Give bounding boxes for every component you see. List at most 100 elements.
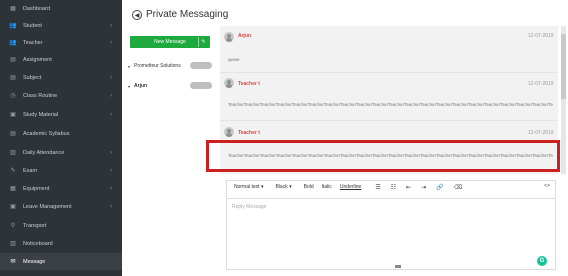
color-select[interactable]: Black ▾ [275,184,291,190]
sidebar-item-label: Class Routine [23,92,58,99]
reply-placeholder: Reply Message [232,204,267,210]
sidebar-item-study-material[interactable]: ▣ Study Material › [0,106,122,123]
sidebar-item-label: Noticeboard [23,240,53,247]
contact-item[interactable]: ▾ Arjun [128,80,214,92]
sidebar-item-academic-syllabus[interactable]: ▤ Academic Syllabus [0,125,122,142]
sidebar-item-label: Assignment [23,56,52,63]
sidebar-item-assignment[interactable]: ▤ Assignment [0,51,122,68]
chevron-right-icon: › [110,22,112,29]
chevron-right-icon: › [110,185,112,192]
reply-message-input[interactable] [226,198,556,270]
sidebar-item-exam[interactable]: ✎ Exam › [0,162,122,179]
message-text: TeacherTeacherTeacherTeacherTeacherTeach… [228,102,553,107]
equipment-icon: ▦ [10,186,16,192]
indent-icon[interactable]: ⇥ [421,184,426,191]
sidebar-item-label: Subject [23,74,42,81]
message-sender: Arjun [238,33,252,39]
noticeboard-icon: ▥ [10,241,16,247]
sidebar-item-label: Exam [23,167,38,174]
sidebar-item-label: Message [23,258,46,265]
sidebar-item-daily-attendance[interactable]: ▥ Daily Attendance › [0,144,122,161]
back-arrow-icon: ◀ [134,12,140,19]
leave-icon: ▣ [10,204,16,210]
chevron-right-icon: › [110,39,112,46]
divider [220,120,558,121]
chevron-right-icon: › [110,74,112,81]
scrollbar-thumb[interactable] [561,34,566,99]
chevron-right-icon: › [110,167,112,174]
chevron-right-icon: › [110,92,112,99]
unread-badge [190,82,212,89]
underline-button[interactable]: Underline [340,184,361,190]
highlight-box [206,140,560,172]
chevron-right-icon: › [110,149,112,156]
sidebar-item-equipment[interactable]: ▦ Equipment › [0,180,122,197]
format-select[interactable]: Normal text ▾ [234,184,263,190]
subject-icon: ▤ [10,75,16,81]
pencil-icon: ✎ [198,37,208,47]
link-icon[interactable]: 🔗 [436,184,443,191]
assignment-icon: ▤ [10,57,16,63]
caret-down-icon: ▾ [128,63,131,69]
sidebar: ▦ Dashboard 👥 Student › 👥 Teacher › ▤ As… [0,0,122,276]
ordered-list-icon[interactable]: ☷ [391,184,396,191]
message-date: 12-07-2019 [528,33,554,39]
new-message-button[interactable]: New Message ✎ [130,36,210,48]
sidebar-item-class-routine[interactable]: ◷ Class Routine › [0,87,122,104]
sidebar-item-transport[interactable]: ⚲ Transport [0,217,122,234]
syllabus-icon: ▤ [10,131,16,137]
bold-button[interactable]: Bold [304,184,314,190]
exam-icon: ✎ [10,168,16,174]
transport-icon: ⚲ [10,223,16,229]
sidebar-item-label: Dashboard [23,5,50,12]
back-button[interactable]: ◀ [132,10,142,20]
chevron-right-icon: › [110,111,112,118]
student-icon: 👥 [9,23,17,29]
sidebar-item-student[interactable]: 👥 Student › [0,17,122,34]
sidebar-item-label: Student [23,22,42,29]
message-date: 12-07-2019 [528,130,554,136]
editor-toolbar: Normal text ▾ Black ▾ Bold Italic Underl… [226,180,556,194]
sidebar-item-label: Teacher [23,39,43,46]
contact-name: Prometteur Solutions [134,63,181,69]
scrollbar[interactable] [561,26,566,174]
message-text: qwwe [228,57,240,62]
teacher-icon: 👥 [9,40,17,46]
avatar [224,32,234,42]
italic-button[interactable]: Italic [322,184,332,190]
contact-name: Arjun [134,83,148,89]
sidebar-item-label: Academic Syllabus [23,130,70,137]
remove-format-icon[interactable]: ⌫ [454,184,462,191]
message-date: 12-07-2019 [528,81,554,87]
sidebar-item-subject[interactable]: ▤ Subject › [0,69,122,86]
caret-down-icon: ▾ [128,83,131,89]
sidebar-item-message[interactable]: ✉ Message [0,253,122,270]
page-title: Private Messaging [146,9,229,20]
divider [220,72,558,73]
sidebar-item-dashboard[interactable]: ▦ Dashboard [0,0,122,17]
unordered-list-icon[interactable]: ☰ [375,184,380,191]
code-view-icon[interactable]: <> [544,183,550,189]
sidebar-item-label: Study Material [23,111,59,118]
unread-badge [190,62,212,69]
attendance-icon: ▥ [10,150,16,156]
message-sender: Teacher t [238,81,260,87]
sidebar-item-leave-management[interactable]: ▣ Leave Management › [0,198,122,215]
outdent-icon[interactable]: ⇤ [406,184,411,191]
chevron-right-icon: › [110,203,112,210]
contact-item[interactable]: ▾ Prometteur Solutions [128,60,214,72]
new-message-label: New Message [154,39,186,45]
sidebar-item-label: Transport [23,222,47,229]
message-sender: Teacher t [238,130,260,136]
resize-handle[interactable] [395,265,401,268]
dashboard-icon: ▦ [10,6,16,12]
avatar [224,78,234,88]
grammarly-icon[interactable]: G [537,256,547,266]
sidebar-item-label: Equipment [23,185,50,192]
message-icon: ✉ [10,259,16,265]
sidebar-item-label: Daily Attendance [23,149,65,156]
sidebar-item-teacher[interactable]: 👥 Teacher › [0,34,122,51]
class-routine-icon: ◷ [10,93,16,99]
avatar [224,127,234,137]
sidebar-item-noticeboard[interactable]: ▥ Noticeboard [0,235,122,252]
